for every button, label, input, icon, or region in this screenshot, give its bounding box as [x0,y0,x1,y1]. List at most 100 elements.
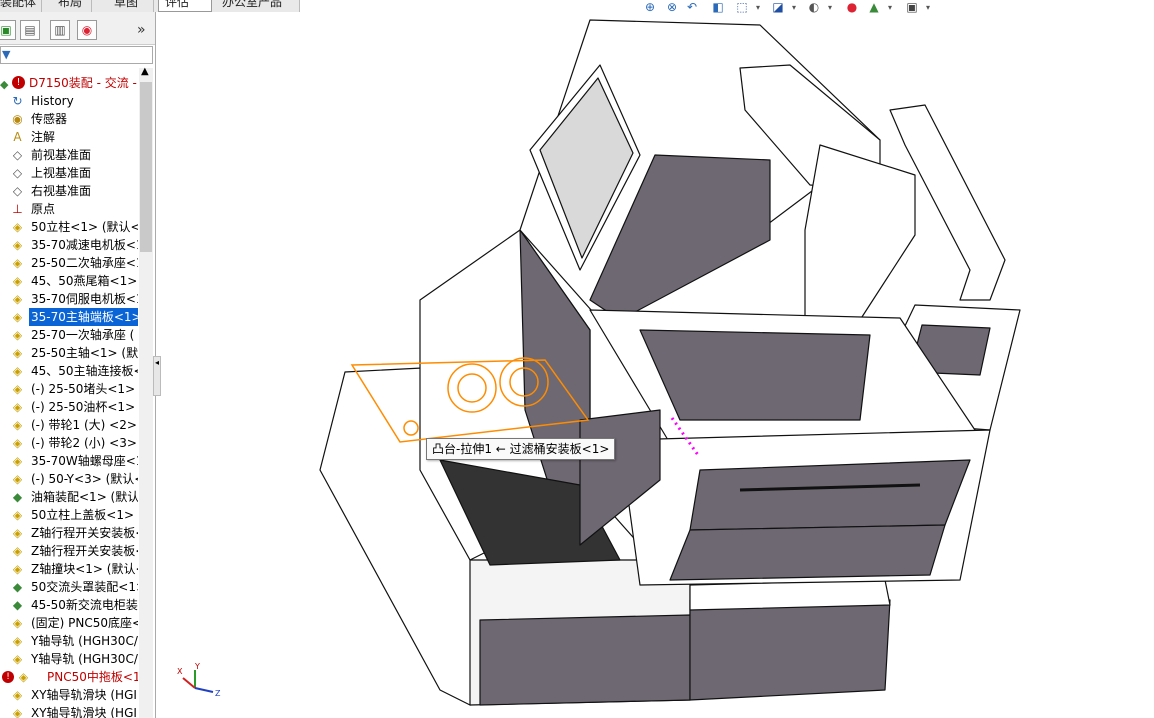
tree-item-label: Z轴行程开关安装板< [31,526,138,540]
tree-item-label: 油箱装配<1> (默认 [31,490,138,504]
tree-item-label: (-) 带轮1 (大) <2> [31,418,137,432]
assembly-icon: ◆ [12,598,23,612]
panel-tabs: ▣ ▤ ▥ ◉ » [0,12,155,45]
tree-item[interactable]: ◈ 35-70主轴端板<1> [0,308,138,326]
tree-item[interactable]: ↻ History [0,92,138,110]
tree-item-label: History [31,94,74,108]
tree-item[interactable]: ◈ Z轴行程开关安装板< [0,524,138,542]
tree-item[interactable]: ◈ 35-70减速电机板<1 [0,236,138,254]
part-icon: ◈ [12,616,23,630]
part-icon: ◈ [18,670,29,684]
reference-triad: Y X Z [177,662,221,698]
triad-z-label: Z [215,689,221,698]
tree-item[interactable]: ◈ (-) 带轮1 (大) <2> [0,416,138,434]
tree-item[interactable]: ◈ 25-70一次轴承座 ( [0,326,138,344]
triad-x-label: X [177,667,183,676]
tab-layout[interactable]: 布局 [52,0,92,12]
tree-item-label: 45-50新交流电柜装 [31,598,138,612]
tree-item[interactable]: ◈ Y轴导轨 (HGH30C/ [0,650,138,668]
tree-root[interactable]: ◆ ! D7150装配 - 交流 - [0,74,138,92]
tree-item[interactable]: ◈ (-) 带轮2 (小) <3> [0,434,138,452]
tree-item[interactable]: ◈ 35-70伺服电机板<1 [0,290,138,308]
tree-item-label: 原点 [31,202,56,216]
feature-manager-tab[interactable]: ▣ [0,20,16,40]
tree-item[interactable]: ◈ 35-70W轴螺母座<1 [0,452,138,470]
tree-item[interactable]: ◈ (-) 25-50堵头<1> ( [0,380,138,398]
expand-panel-button[interactable]: » [137,22,146,38]
tree-item-label: 上视基准面 [31,166,92,180]
tree-item[interactable]: ◈ (固定) PNC50底座< [0,614,138,632]
tree-item-label: (-) 50-Y<3> (默认< [31,472,138,486]
tree-item-label: 右视基准面 [31,184,92,198]
tree-item-label: 50交流头罩装配<1> [31,580,138,594]
part-icon: ◈ [12,310,23,324]
annotation-icon: A [13,130,22,144]
lower-right-block [689,599,891,701]
part-icon: ◈ [12,706,23,718]
tree-item[interactable]: ◈ Y轴导轨 (HGH30C/ [0,632,138,650]
origin-icon: ⊥ [12,202,23,216]
tree-item[interactable]: ◈ XY轴导轨滑块 (HGI [0,704,138,718]
tab-sketch[interactable]: 草图 [108,0,154,12]
scrollbar-thumb[interactable] [140,82,152,252]
tree-item-label: Y轴导轨 (HGH30C/ [31,652,138,666]
tree-item[interactable]: ◇ 右视基准面 [0,182,138,200]
tree-item[interactable]: ◈ 45、50主轴连接板< [0,362,138,380]
tree-item[interactable]: ◈ 50立柱<1> (默认<- [0,218,138,236]
plane-icon: ◇ [12,184,23,198]
tree-item[interactable]: ◆ 45-50新交流电柜装 [0,596,138,614]
tree-item[interactable]: ◈ XY轴导轨滑块 (HGI [0,686,138,704]
part-icon: ◈ [12,364,23,378]
tree-item[interactable]: ◈ Z轴行程开关安装板< [0,542,138,560]
tree-item[interactable]: ◈ 25-50主轴<1> (默认 [0,344,138,362]
tree-item[interactable]: ◉ 传感器 [0,110,138,128]
tree-item[interactable]: ◈ 45、50燕尾箱<1> ( [0,272,138,290]
tree-item[interactable]: ◈ Z轴撞块<1> (默认< [0,560,138,578]
tree-item-label: Z轴撞块<1> (默认< [31,562,138,576]
tree-item[interactable]: ◈ 25-50二次轴承座<1 [0,254,138,272]
tab-office-products[interactable]: 办公室产品 [216,0,300,12]
tree-item-label: 传感器 [31,112,68,126]
part-icon: ◈ [12,544,23,558]
scroll-up-icon[interactable]: ▲ [141,66,149,77]
tree-item[interactable]: ◇ 上视基准面 [0,164,138,182]
tree-filter-input[interactable]: ▼ [0,46,153,64]
tree-item[interactable]: ◈ (-) 25-50油杯<1> ( [0,398,138,416]
tree-item-label: 25-50二次轴承座<1 [31,256,138,270]
tree-item[interactable]: ◆ 50交流头罩装配<1> [0,578,138,596]
plane-icon: ◇ [12,148,23,162]
tree-item-label: 25-70一次轴承座 ( [31,328,135,342]
part-icon: ◈ [12,382,23,396]
tree-item[interactable]: ◈! PNC50中拖板<1 [0,668,138,686]
sensor-icon: ◉ [12,112,23,126]
tree-item[interactable]: ◇ 前视基准面 [0,146,138,164]
part-icon: ◈ [12,238,23,252]
display-manager-tab[interactable]: ◉ [77,20,97,40]
tree-item[interactable]: ◈ 50立柱上盖板<1> ( [0,506,138,524]
tree-item[interactable]: ⊥ 原点 [0,200,138,218]
part-icon: ◈ [12,436,23,450]
tree-item-label: 45、50主轴连接板< [31,364,138,378]
tree-item[interactable]: A 注解 [0,128,138,146]
configuration-manager-tab[interactable]: ▥ [50,20,70,40]
error-icon: ! [2,671,14,683]
tree-item-label: (-) 带轮2 (小) <3> [31,436,137,450]
tree-scrollbar[interactable]: ▲ [139,66,153,718]
filter-icon: ▼ [2,48,11,61]
tree-item[interactable]: ◆ 油箱装配<1> (默认 [0,488,138,506]
tree-item-label: XY轴导轨滑块 (HGI [31,706,137,718]
tree-item[interactable]: ◈ (-) 50-Y<3> (默认< [0,470,138,488]
part-icon: ◈ [12,562,23,576]
triad-y-label: Y [194,662,200,671]
part-icon: ◈ [12,418,23,432]
part-icon: ◈ [12,688,23,702]
tree-item-label: (固定) PNC50底座< [31,616,138,630]
property-manager-tab[interactable]: ▤ [20,20,40,40]
part-icon: ◈ [12,454,23,468]
graphics-viewport[interactable] [160,12,1154,718]
part-icon: ◈ [12,256,23,270]
tab-evaluate[interactable]: 评估 [158,0,212,12]
part-icon: ◈ [12,508,23,522]
part-icon: ◈ [12,472,23,486]
tab-assembly[interactable]: 装配体 [0,0,42,12]
